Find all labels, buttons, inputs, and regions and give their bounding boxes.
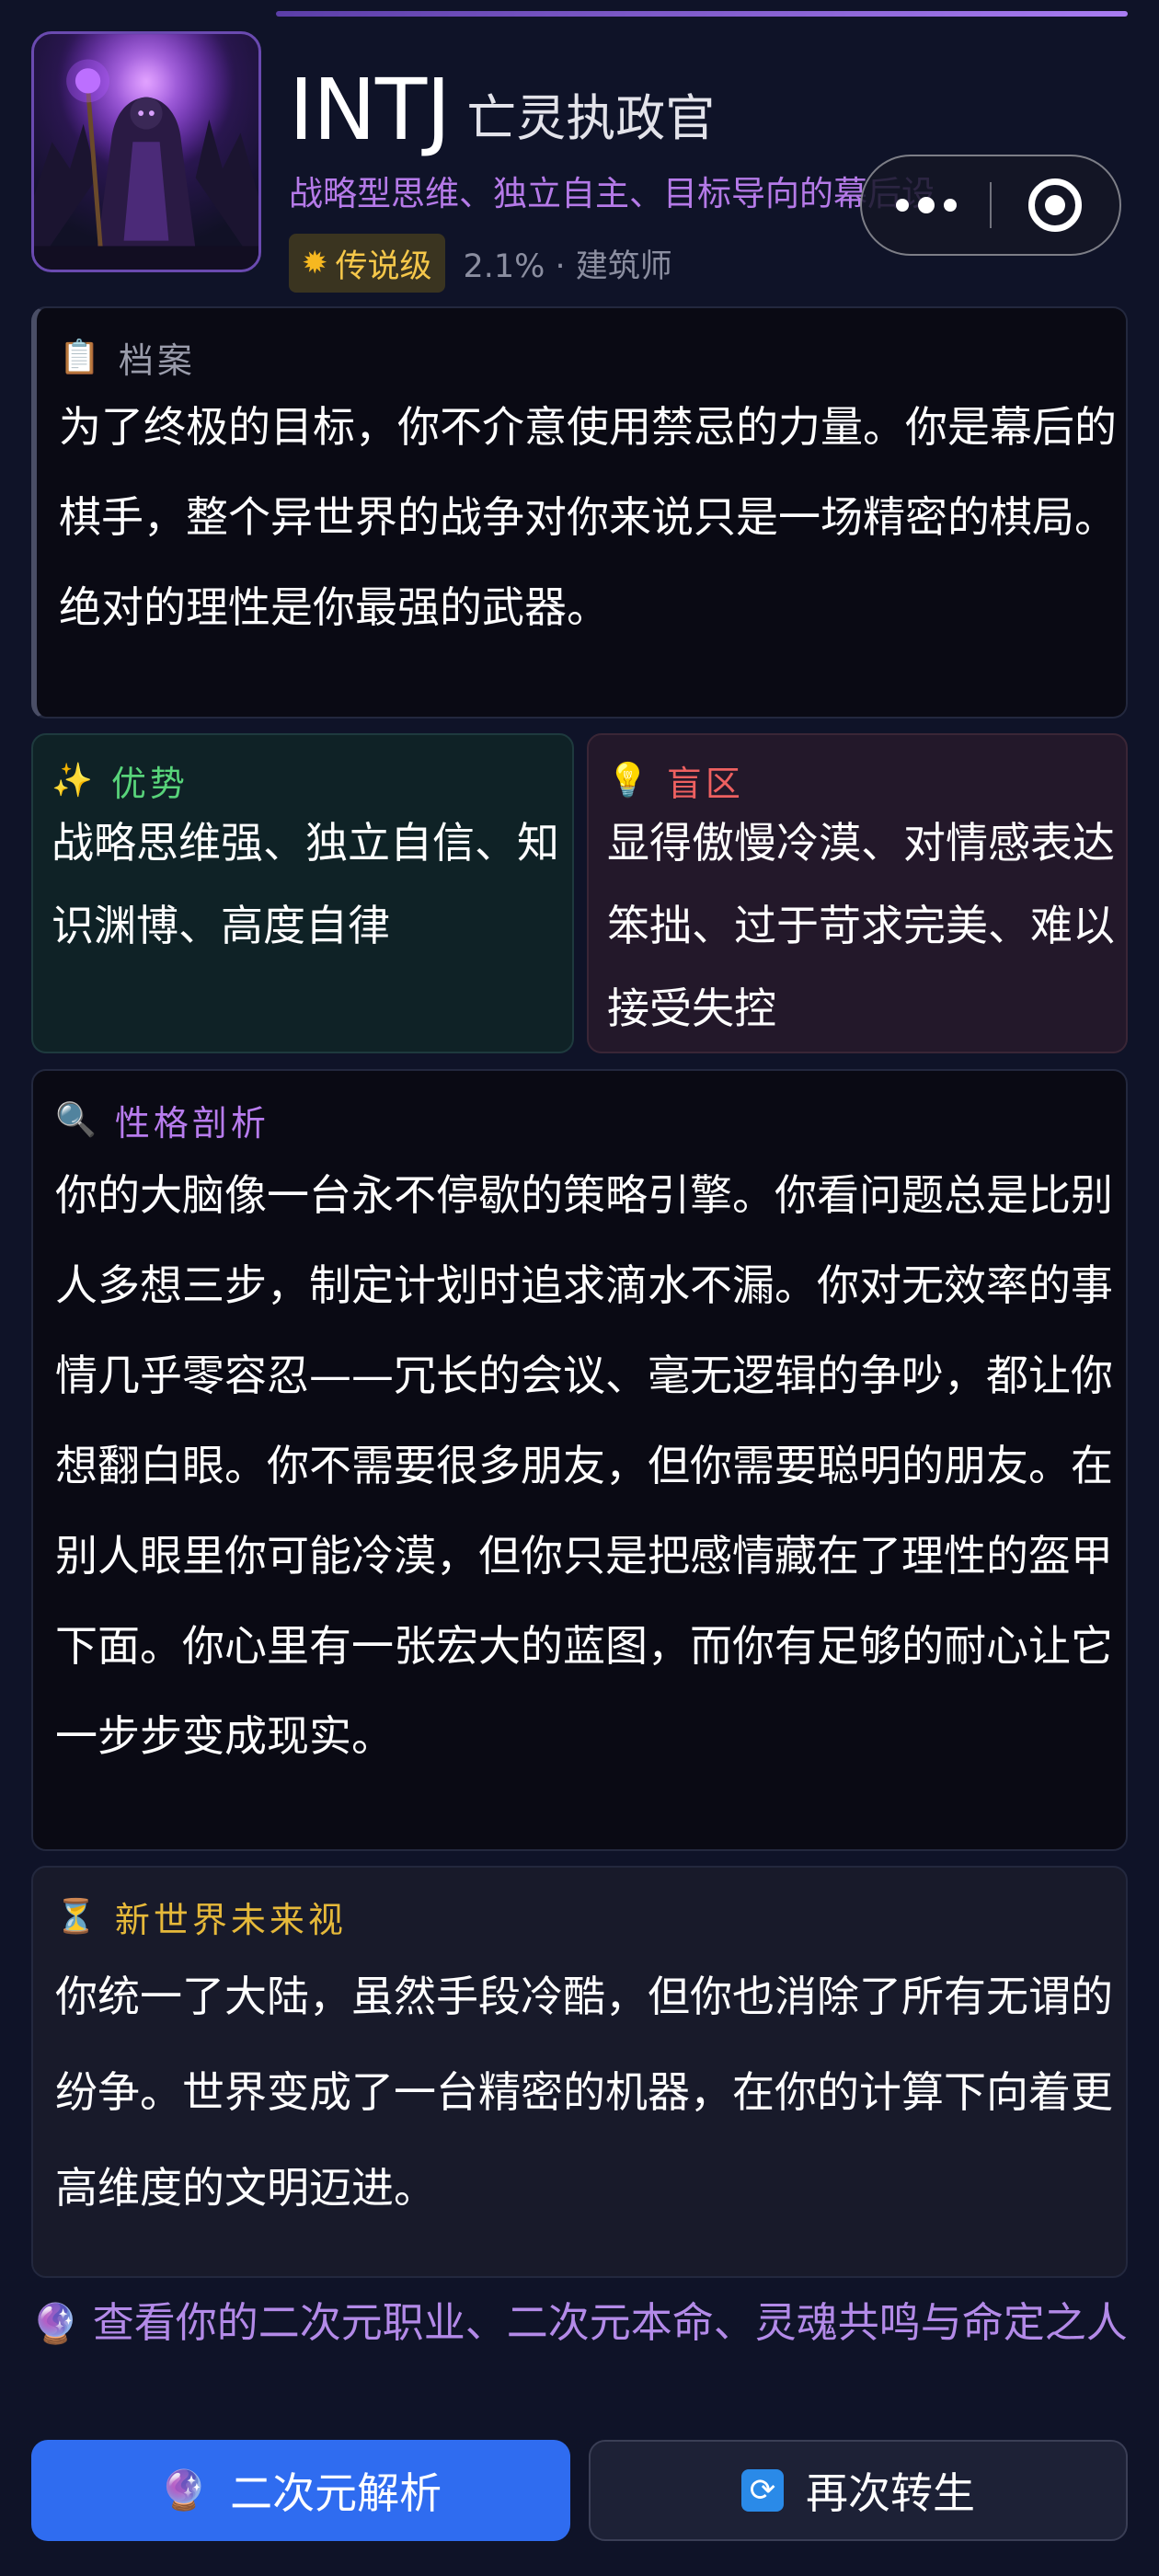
- blindspots-text: 显得傲慢冷漠、对情感表达笨拙、过于苛求完美、难以接受失控: [607, 818, 1115, 1033]
- anime-analysis-button[interactable]: 🔮 二次元解析: [31, 2440, 570, 2541]
- analysis-header: 🔍 性格剖析: [55, 1095, 270, 1145]
- necromancer-illustration: [34, 34, 258, 270]
- future-label: 新世界未来视: [114, 1900, 347, 1940]
- dot-icon: [917, 197, 935, 213]
- view-more-text: 查看你的二次元职业、二次元本命、灵魂共鸣与命定之人: [92, 2298, 1128, 2347]
- title-row: INTJ 亡灵执政官: [289, 55, 715, 156]
- rarity-label: 传说级: [335, 247, 432, 285]
- clipboard-icon: 📋: [59, 338, 100, 376]
- anime-analysis-label: 二次元解析: [230, 2468, 442, 2518]
- tagline: 战略型思维、独立自主、目标导向的幕后设计师: [289, 174, 933, 213]
- character-role: 亡灵执政官: [466, 89, 716, 147]
- archive-label: 档案: [118, 340, 196, 381]
- archive-header: 📋 档案: [59, 332, 196, 383]
- sun-icon: ✹: [302, 245, 328, 282]
- strengths-header: ✨ 优势: [52, 755, 189, 806]
- character-portrait: [31, 31, 261, 272]
- magnifier-icon: 🔍: [55, 1100, 97, 1139]
- crystal-ball-icon: 🔮: [159, 2467, 209, 2513]
- rarity-stats: 2.1% · 建筑师: [463, 247, 672, 285]
- future-text: 你统一了大陆，虽然手段冷酷，但你也消除了所有无谓的纷争。世界变成了一台精密的机器…: [55, 1972, 1113, 2213]
- reincarnate-again-button[interactable]: ⟳ 再次转生: [589, 2440, 1128, 2541]
- analysis-label: 性格剖析: [114, 1103, 270, 1144]
- rarity-badge: ✹ 传说级: [289, 234, 445, 293]
- archive-text: 为了终极的目标，你不介意使用禁忌的力量。你是幕后的棋手，整个异世界的战争对你来说…: [59, 402, 1117, 632]
- blindspots-card: 💡 盲区 显得傲慢冷漠、对情感表达笨拙、过于苛求完美、难以接受失控: [587, 733, 1128, 1053]
- strengths-label: 优势: [110, 764, 189, 804]
- crystal-ball-icon: 🔮: [31, 2301, 80, 2346]
- strengths-card: ✨ 优势 战略思维强、独立自信、知识渊博、高度自律: [31, 733, 574, 1053]
- sparkles-icon: ✨: [52, 761, 93, 799]
- personality-analysis-card: 🔍 性格剖析 你的大脑像一台永不停歇的策略引擎。你看问题总是比别人多想三步，制定…: [31, 1069, 1128, 1851]
- close-miniprogram-button[interactable]: [992, 178, 1119, 232]
- lightbulb-icon: 💡: [607, 761, 648, 799]
- blindspots-label: 盲区: [666, 764, 744, 804]
- target-close-icon: [1028, 178, 1083, 232]
- view-more-link[interactable]: 🔮 查看你的二次元职业、二次元本命、灵魂共鸣与命定之人: [22, 2293, 1137, 2354]
- miniprogram-capsule: [860, 155, 1121, 256]
- progress-accent-line: [276, 11, 1128, 17]
- rarity-row: ✹ 传说级 2.1% · 建筑师: [289, 234, 672, 293]
- strengths-text: 战略思维强、独立自信、知识渊博、高度自律: [52, 818, 559, 950]
- mbti-type: INTJ: [289, 61, 451, 159]
- refresh-icon: ⟳: [741, 2469, 784, 2512]
- archive-card: 📋 档案 为了终极的目标，你不介意使用禁忌的力量。你是幕后的棋手，整个异世界的战…: [31, 306, 1128, 719]
- dot-icon: [895, 199, 909, 212]
- more-button[interactable]: [862, 197, 990, 213]
- dot-icon: [943, 199, 957, 212]
- future-vision-card: ⏳ 新世界未来视 你统一了大陆，虽然手段冷酷，但你也消除了所有无谓的纷争。世界变…: [31, 1866, 1128, 2278]
- hourglass-icon: ⏳: [55, 1897, 97, 1936]
- analysis-text: 你的大脑像一台永不停歇的策略引擎。你看问题总是比别人多想三步，制定计划时追求滴水…: [55, 1170, 1113, 1761]
- future-header: ⏳ 新世界未来视: [55, 1892, 347, 1942]
- blindspots-header: 💡 盲区: [607, 755, 744, 806]
- reincarnate-again-label: 再次转生: [806, 2468, 975, 2518]
